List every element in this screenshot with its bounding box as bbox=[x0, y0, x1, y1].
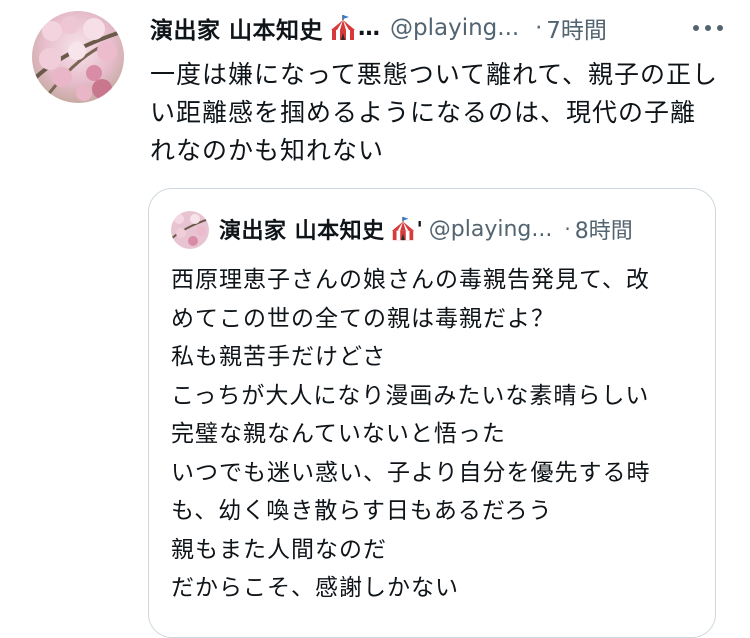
quoted-author-avatar bbox=[171, 211, 209, 249]
quoted-text-line: も、幼く喚き散らす日もあるだろう bbox=[171, 498, 553, 524]
quoted-tweet-card[interactable]: 演出家 山本知史 ' @playing... · 8時間 西原理恵子さんの娘さん… bbox=[148, 188, 716, 638]
quoted-text-line: 私も親苦手だけどさ bbox=[171, 344, 387, 370]
author-avatar[interactable] bbox=[32, 11, 124, 103]
tweet-text: 一度は嫌になって悪態ついて離れて、親子の正しい距離感を掴めるようになるのは、現代… bbox=[150, 60, 719, 165]
name-truncation: … bbox=[358, 15, 381, 41]
quoted-text-line: だからこそ、感謝しかない bbox=[171, 575, 459, 601]
quoted-text-line: 西原理恵子さんの娘さんの毒親告発見て、改 bbox=[171, 267, 650, 293]
quoted-name-truncation: ' bbox=[416, 217, 423, 241]
quoted-tweet-text: 西原理恵子さんの娘さんの毒親告発見て、改 めてこの世の全ての親は毒親だよ？ 私も… bbox=[171, 261, 711, 608]
tweet-timestamp[interactable]: 7時間 bbox=[546, 11, 607, 45]
quoted-author-name: 演出家 山本知史 bbox=[219, 219, 385, 244]
author-handle[interactable]: @playing... bbox=[390, 15, 519, 41]
author-name[interactable]: 演出家 山本知史 bbox=[150, 11, 323, 45]
quoted-text-line: こっちが大人になり漫画みたいな素晴らしい bbox=[171, 382, 650, 409]
quoted-text-line: めてこの世の全ての親は毒親だよ？ bbox=[171, 305, 555, 332]
quoted-text-line: いつでも迷い惑い、子より自分を優先する時 bbox=[171, 459, 651, 486]
separator-dot: · bbox=[535, 15, 543, 41]
quoted-text-line: 完璧な親なんていないと悟った bbox=[171, 421, 506, 447]
quoted-separator-dot: · bbox=[564, 217, 571, 241]
quoted-author-handle: @playing... bbox=[428, 216, 553, 242]
more-horizontal-icon[interactable] bbox=[691, 18, 725, 38]
circus-tent-icon bbox=[329, 14, 357, 42]
quoted-tweet-timestamp: 8時間 bbox=[574, 219, 633, 244]
tweet-header: 演出家 山本知史 … @playing... · 7時間 bbox=[150, 10, 725, 46]
quoted-text-line: 親もまた人間なのだ bbox=[171, 536, 387, 563]
quoted-tweet-header: 演出家 山本知史 ' @playing... · 8時間 bbox=[219, 209, 709, 249]
circus-tent-icon bbox=[390, 216, 416, 242]
